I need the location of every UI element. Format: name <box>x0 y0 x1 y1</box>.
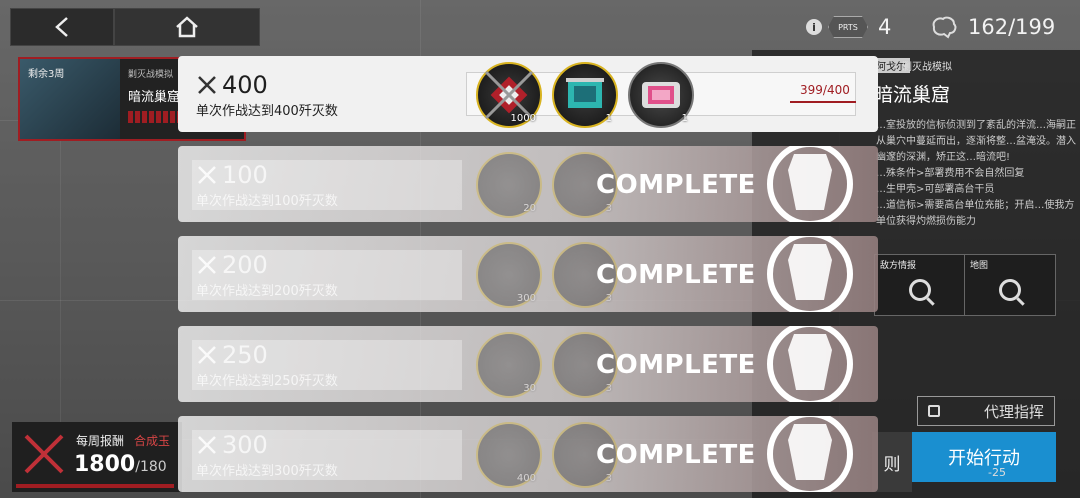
mission-row-200[interactable]: 200 单次作战达到200歼灭数 300 3 COMPLETE <box>178 236 878 312</box>
rules-button[interactable]: 则 <box>872 432 912 492</box>
mission-description: 单次作战达到100歼灭数 <box>196 194 338 209</box>
supply-crate-icon: 300 <box>476 242 542 308</box>
currency-label: 合成玉 <box>134 434 171 448</box>
item-count: 3 <box>605 383 612 394</box>
reward-max: /180 <box>135 459 167 475</box>
mission-description: 单次作战达到300歼灭数 <box>196 464 338 479</box>
enemy-info-button[interactable]: 敌方情报 <box>874 254 966 316</box>
kill-swords-icon <box>198 256 216 274</box>
item-count: 3 <box>605 473 612 484</box>
tech-module-icon[interactable]: 1 <box>552 62 618 128</box>
mission-row-100[interactable]: 100 单次作战达到100歼灭数 20 3 COMPLETE <box>178 146 878 222</box>
goal-value: 300 <box>222 431 268 459</box>
proxy-command-toggle[interactable]: 代理指挥 <box>917 396 1055 426</box>
progress-ticks <box>128 111 184 123</box>
complete-label: COMPLETE <box>596 440 756 470</box>
back-button[interactable] <box>10 8 114 46</box>
condition-2: …生甲壳>可部署高台干员 <box>876 184 995 195</box>
sanity-brain-icon <box>932 16 957 39</box>
rhodes-island-stamp-icon <box>767 236 853 312</box>
item-count: 3 <box>605 293 612 304</box>
goal-value: 200 <box>222 251 268 279</box>
detail-mode: 剿灭战模拟 <box>902 62 952 73</box>
condition-3: …道信标>需要高台单位充能；开启…使我方单位获得灼燃损伤能力 <box>876 200 1075 227</box>
mission-description: 单次作战达到400歼灭数 <box>196 104 338 119</box>
detail-description: …室投放的信标侦测到了紊乱的洋流…海嗣正从巢穴中蔓延而出，逐渐将整…盆淹没。潜入… <box>876 118 1076 230</box>
rhodes-island-stamp-icon <box>767 416 853 492</box>
item-count: 30 <box>523 383 536 394</box>
progress-underline <box>790 101 856 103</box>
reward-progress-bar <box>16 484 174 488</box>
mission-description: 单次作战达到250歼灭数 <box>196 374 338 389</box>
goal-value: 400 <box>222 71 268 99</box>
mission-goal: 250 <box>196 342 268 368</box>
item-count: 400 <box>516 473 536 484</box>
map-button[interactable]: 地图 <box>964 254 1056 316</box>
start-label: 开始行动 <box>948 448 1020 469</box>
mission-goal: 100 <box>196 162 268 188</box>
magnifier-icon <box>999 279 1021 301</box>
mission-description: 单次作战达到200歼灭数 <box>196 284 338 299</box>
supply-crate-icon: 400 <box>476 422 542 488</box>
rhodes-island-stamp-icon <box>767 146 853 222</box>
mission-progress: 399/400 <box>800 83 850 97</box>
stage-mode: 剿灭战模拟 <box>128 70 174 80</box>
weekly-reward-label: 每周报酬 <box>76 434 125 448</box>
supply-crate-icon: 30 <box>476 332 542 398</box>
sanity-cost: -25 <box>988 466 1006 479</box>
medal-badge-icon: PRTS <box>828 16 868 38</box>
complete-label: COMPLETE <box>596 170 756 200</box>
stage-name: 暗流巢窟 <box>128 90 181 105</box>
goal-value: 250 <box>222 341 268 369</box>
sanity-count: 162/199 <box>968 15 1056 39</box>
item-count: 300 <box>516 293 536 304</box>
lock-icon <box>928 405 940 417</box>
home-button[interactable] <box>114 8 260 46</box>
medal-resource[interactable]: i PRTS 4 <box>806 10 891 44</box>
item-count: 1000 <box>510 113 536 124</box>
item-count: 1 <box>605 113 612 124</box>
supply-crate-icon: 20 <box>476 152 542 218</box>
item-count: 1 <box>681 113 688 124</box>
reward-amount-value: 1800 <box>74 452 136 477</box>
reward-amount: 1800/180 <box>74 452 167 477</box>
start-operation-button[interactable]: 开始行动 <box>912 432 1056 482</box>
mission-goal: 400 <box>196 72 268 98</box>
description-text: …室投放的信标侦测到了紊乱的洋流…海嗣正从巢穴中蔓延而出，逐渐将整…盆淹没。潜入… <box>876 120 1076 163</box>
item-count: 20 <box>523 203 536 214</box>
supply-crate-icon[interactable]: 1000 <box>476 62 542 128</box>
pink-device-icon[interactable]: 1 <box>628 62 694 128</box>
mission-row-250[interactable]: 250 单次作战达到250歼灭数 30 3 COMPLETE <box>178 326 878 402</box>
mission-goal: 300 <box>196 432 268 458</box>
stage-thumbnail: 剩余3周 <box>20 59 120 139</box>
map-label: 地图 <box>970 261 989 271</box>
condition-1: …殊条件>部署费用不会自然回复 <box>876 168 1025 179</box>
mission-row-400[interactable]: 400 单次作战达到400歼灭数 1000 1 1 399/400 <box>178 56 878 132</box>
complete-label: COMPLETE <box>596 260 756 290</box>
mission-goal: 200 <box>196 252 268 278</box>
complete-label: COMPLETE <box>596 350 756 380</box>
mission-row-300[interactable]: 300 单次作战达到300歼灭数 400 3 COMPLETE <box>178 416 878 492</box>
sanity-resource[interactable]: 162/199 <box>930 10 1055 44</box>
kill-swords-icon <box>198 166 216 184</box>
kill-swords-icon <box>198 76 216 94</box>
kill-swords-icon <box>198 346 216 364</box>
kill-swords-icon <box>198 436 216 454</box>
proxy-label: 代理指挥 <box>983 402 1044 421</box>
medal-count: 4 <box>878 15 892 39</box>
home-icon <box>176 16 198 38</box>
enemy-info-label: 敌方情报 <box>880 261 917 271</box>
top-nav <box>10 8 260 46</box>
remaining-weeks: 剩余3周 <box>28 69 65 80</box>
weekly-reward-panel[interactable]: 每周报酬 合成玉 1800/180 <box>12 422 182 492</box>
crossed-swords-icon <box>24 434 64 474</box>
rhodes-island-stamp-icon <box>767 326 853 402</box>
back-arrow-icon <box>55 17 68 37</box>
magnifier-icon <box>909 279 931 301</box>
item-count: 3 <box>605 203 612 214</box>
goal-value: 100 <box>222 161 268 189</box>
detail-title: 暗流巢窟 <box>874 84 951 106</box>
info-icon[interactable]: i <box>806 19 822 35</box>
